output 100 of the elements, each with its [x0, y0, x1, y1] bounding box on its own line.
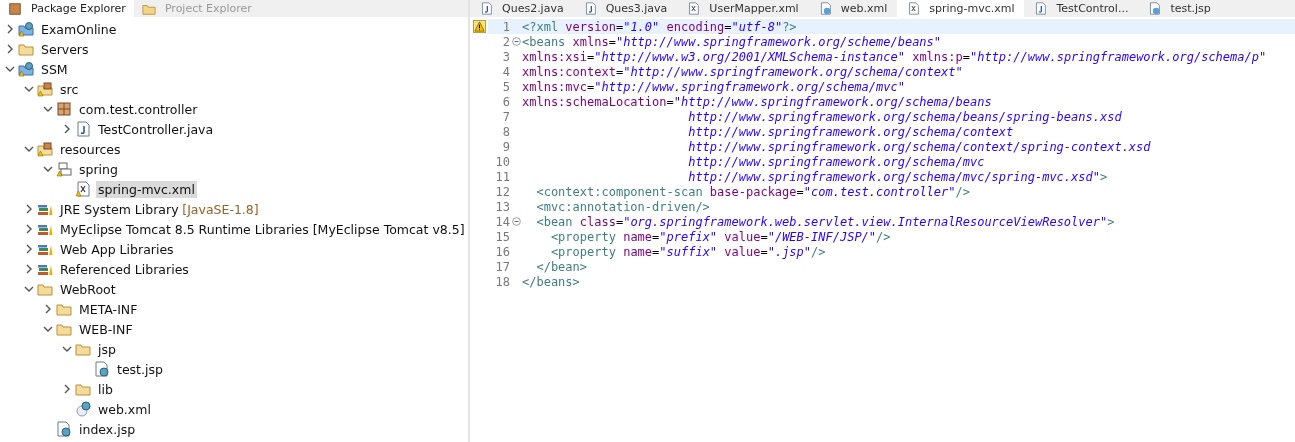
expand-chevron-icon[interactable]	[43, 304, 53, 314]
line-number: 4	[501, 64, 510, 79]
java-file-icon	[583, 2, 597, 15]
xml-file-icon	[907, 2, 921, 15]
expand-chevron-icon[interactable]	[5, 44, 15, 54]
folder-icon	[56, 301, 72, 317]
editor-tab[interactable]: test.jsp	[1138, 0, 1221, 17]
code-line: </beans>	[522, 274, 580, 289]
code-line: <?xml version="1.0" encoding="utf-8"?>	[522, 19, 797, 34]
code-line: http://www.springframework.org/schema/mvc/spring-mvc.xsd">	[687, 169, 1108, 184]
line-number: 12	[494, 184, 510, 199]
tree-item[interactable]: jsp	[96, 340, 118, 358]
line-number: 1	[501, 19, 510, 34]
fold-icon[interactable]	[511, 37, 521, 46]
line-number: 14	[494, 214, 510, 229]
tree-item[interactable]: ExamOnline	[39, 20, 119, 38]
expand-chevron-icon[interactable]	[24, 244, 34, 254]
tree-item[interactable]: TestController.java	[96, 120, 216, 138]
folder-icon	[37, 281, 53, 297]
code-line: </bean>	[535, 259, 588, 274]
code-line: <beans xmlns="http://www.springframework.org/scheme/beans"	[522, 34, 942, 49]
expand-chevron-icon[interactable]	[5, 24, 15, 34]
project-icon	[18, 21, 34, 37]
tree-item[interactable]: WEB-INF	[77, 320, 135, 338]
tree-item[interactable]: JRE System Library [JavaSE-1.8]	[58, 200, 261, 218]
tree-item[interactable]: Servers	[39, 40, 91, 58]
line-number: 8	[501, 124, 510, 139]
collapse-chevron-icon[interactable]	[43, 104, 53, 114]
jsp-icon	[56, 421, 72, 437]
expand-chevron-icon[interactable]	[24, 204, 34, 214]
editor-tab[interactable]: web.xml	[808, 0, 898, 17]
code-line: xmlns:schemaLocation="http://www.springframework.org/schema/beans	[522, 94, 992, 109]
folder-icon	[75, 381, 91, 397]
tree-item[interactable]: MyEclipse Tomcat 8.5 Runtime Libraries [MyEclipse Tomcat v8.5]	[58, 220, 467, 238]
xml-file-icon	[687, 2, 701, 15]
editor-tab[interactable]: TestControl...	[1024, 0, 1139, 17]
java-file-icon	[1034, 2, 1048, 15]
code-line: http://www.springframework.org/schema/context	[687, 124, 1014, 139]
tree-item[interactable]: test.jsp	[115, 360, 165, 378]
code-line: http://www.springframework.org/schema/mvc	[687, 154, 985, 169]
expand-chevron-icon[interactable]	[24, 224, 34, 234]
folder-icon	[75, 341, 91, 357]
tree-item[interactable]: spring-mvc.xml	[96, 180, 197, 198]
folder-icon	[18, 41, 34, 57]
view-tab[interactable]: Package Explorer	[0, 0, 134, 17]
line-number: 6	[501, 94, 510, 109]
tree-item[interactable]: index.jsp	[77, 420, 138, 438]
tree-item[interactable]: SSM	[39, 60, 70, 78]
jsp-icon	[94, 361, 110, 377]
java-file-icon	[480, 2, 493, 15]
code-line: <property name="prefix" value="/WEB-INF/JSP/"/>	[549, 229, 891, 244]
collapse-chevron-icon[interactable]	[24, 144, 34, 154]
collapse-chevron-icon[interactable]	[43, 164, 53, 174]
collapse-chevron-icon[interactable]	[62, 344, 72, 354]
expand-chevron-icon[interactable]	[62, 384, 72, 394]
collapse-chevron-icon[interactable]	[43, 324, 53, 334]
jsp-file-icon	[1148, 2, 1162, 15]
expand-chevron-icon[interactable]	[24, 264, 34, 274]
code-line: <context:component-scan base-package="com.test.controller"/>	[535, 184, 970, 199]
tree-item[interactable]: resources	[58, 140, 123, 158]
code-line: xmlns:xsi="http://www.w3.org/2001/XMLSchema-instance" xmlns:p="http://www.springframework.org/schema/p"	[522, 49, 1267, 64]
xml-icon	[75, 181, 91, 197]
tree-item[interactable]: Web App Libraries	[58, 240, 176, 258]
tree-item[interactable]: spring	[77, 160, 120, 178]
code-line: http://www.springframework.org/schema/context/spring-context.xsd	[687, 139, 1151, 154]
code-line: <property name="suffix" value=".jsp"/>	[549, 244, 826, 259]
folder-icon	[56, 321, 72, 337]
line-number: 2	[501, 34, 510, 49]
line-number: 17	[494, 259, 510, 274]
java-icon	[75, 121, 91, 137]
collapse-chevron-icon[interactable]	[24, 84, 34, 94]
fold-icon[interactable]	[511, 217, 521, 226]
line-number: 18	[494, 274, 510, 289]
editor-tab[interactable]: Ques3.java	[573, 0, 678, 17]
tree-item[interactable]: src	[58, 80, 81, 98]
line-number: 15	[494, 229, 510, 244]
editor-tab[interactable]: spring-mvc.xml	[897, 0, 1025, 17]
expand-chevron-icon[interactable]	[62, 124, 72, 134]
project-icon	[18, 61, 34, 77]
editor-tab[interactable]: Ques2.java	[470, 0, 574, 17]
line-number: 16	[494, 244, 510, 259]
editor-tab[interactable]: UserMapper.xml	[677, 0, 809, 17]
line-number: 9	[501, 139, 510, 154]
line-number: 13	[494, 199, 510, 214]
tree-item[interactable]: lib	[96, 380, 115, 398]
collapse-chevron-icon[interactable]	[24, 284, 34, 294]
code-line: xmlns:context="http://www.springframework.org/schema/context"	[522, 64, 963, 79]
tree-item[interactable]: Referenced Libraries	[58, 260, 191, 278]
tree-item[interactable]: WebRoot	[58, 280, 118, 298]
collapse-chevron-icon[interactable]	[5, 64, 15, 74]
line-number: 11	[494, 169, 510, 184]
line-number: 10	[494, 154, 510, 169]
tree-item[interactable]: com.test.controller	[77, 100, 200, 118]
tree-item[interactable]: web.xml	[96, 400, 153, 418]
code-line: xmlns:mvc="http://www.springframework.org/schema/mvc"	[522, 79, 905, 94]
source-folder-icon	[37, 141, 53, 157]
source-folder-icon	[37, 81, 53, 97]
code-line: http://www.springframework.org/schema/beans/spring-beans.xsd	[687, 109, 1122, 124]
tree-item[interactable]: META-INF	[77, 300, 140, 318]
package-icon	[8, 1, 22, 16]
